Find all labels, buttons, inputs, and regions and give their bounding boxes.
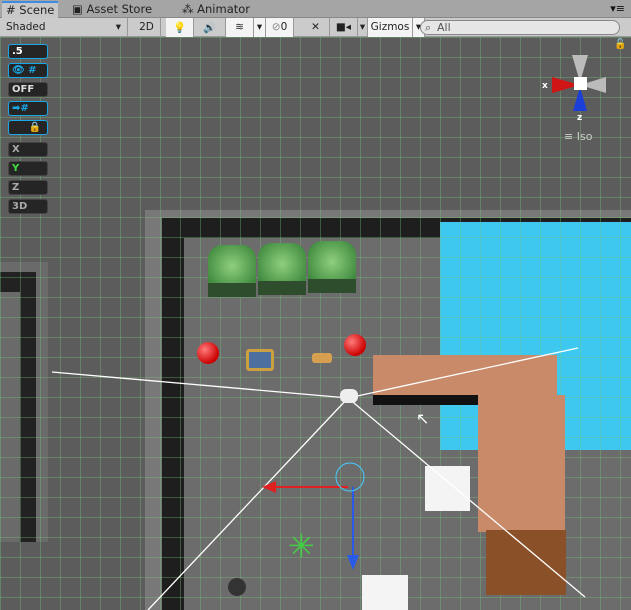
- camera-icon: ■◂: [335, 21, 352, 33]
- store-icon: ▣: [72, 2, 83, 16]
- projection-label[interactable]: ≡ Iso: [564, 130, 592, 143]
- snap-value-field[interactable]: .5: [8, 44, 48, 59]
- move-snap-toggle[interactable]: ➡#: [8, 101, 48, 116]
- scene-view[interactable]: ✳ ↖ .5 👁 # OFF ➡# 🔒 X Y Z 3D x z ≡ Iso 🔓: [0, 37, 631, 610]
- axis-x-toggle[interactable]: X: [8, 142, 48, 157]
- audio-toggle[interactable]: 🔊: [194, 17, 226, 37]
- tab-animator[interactable]: ⁂ Animator: [176, 1, 256, 18]
- camera-icon[interactable]: [340, 389, 358, 403]
- axis-z-toggle[interactable]: Z: [8, 180, 48, 195]
- visibility-toggle[interactable]: 👁 #: [8, 63, 48, 78]
- scene-toolbar: Shaded ▾ 2D 💡 🔊 ≋ ▾ ⊘ 0 ✕ ■◂ ▾ Gizmos ▾ ⌕ A…: [0, 17, 631, 37]
- hidden-objects-toggle[interactable]: ⊘ 0: [266, 17, 294, 37]
- search-input[interactable]: ⌕ All: [420, 20, 620, 35]
- menu-icon[interactable]: ▾≡: [610, 2, 625, 15]
- 2d-toggle[interactable]: 2D: [133, 17, 161, 37]
- lock-icon: 🔒: [28, 122, 41, 133]
- mouse-cursor-icon: ↖: [416, 409, 430, 428]
- effects-toggle[interactable]: ≋: [226, 17, 254, 37]
- tab-bar: # Scene ▣ Asset Store ⁂ Animator ▾≡: [0, 0, 631, 18]
- effects-dropdown[interactable]: ▾: [254, 17, 266, 37]
- tools-button[interactable]: ✕: [302, 17, 330, 37]
- camera-button[interactable]: ■◂: [330, 17, 358, 37]
- lock-icon[interactable]: 🔓: [614, 39, 626, 50]
- eye-icon: 👁 #: [12, 65, 37, 76]
- axis-y-toggle[interactable]: Y: [8, 161, 48, 176]
- chevron-down-icon: ▾: [115, 21, 121, 33]
- orientation-gizmo[interactable]: x z ≡ Iso 🔓: [540, 37, 630, 147]
- tools-icon: ✕: [311, 21, 320, 33]
- camera-dropdown[interactable]: ▾: [358, 17, 368, 37]
- tab-scene[interactable]: # Scene: [2, 1, 59, 18]
- shading-mode-dropdown[interactable]: Shaded ▾: [0, 17, 128, 37]
- lighting-toggle[interactable]: 💡: [166, 17, 194, 37]
- lock-toggle[interactable]: 🔒: [8, 120, 48, 135]
- effects-icon: ≋: [235, 21, 244, 33]
- arrow-right-icon: ➡#: [12, 103, 29, 114]
- animator-icon: ⁂: [182, 2, 194, 16]
- tab-asset-store[interactable]: ▣ Asset Store: [66, 1, 158, 18]
- grid-icon: #: [6, 3, 16, 17]
- eye-slash-icon: ⊘: [271, 21, 281, 33]
- lightbulb-icon: 💡: [172, 21, 187, 34]
- off-toggle[interactable]: OFF: [8, 82, 48, 97]
- speaker-icon: 🔊: [202, 21, 217, 34]
- search-icon: ⌕: [425, 21, 432, 34]
- gizmos-button[interactable]: Gizmos: [368, 17, 413, 37]
- 3d-toggle[interactable]: 3D: [8, 199, 48, 214]
- camera-frustum: [51, 347, 586, 610]
